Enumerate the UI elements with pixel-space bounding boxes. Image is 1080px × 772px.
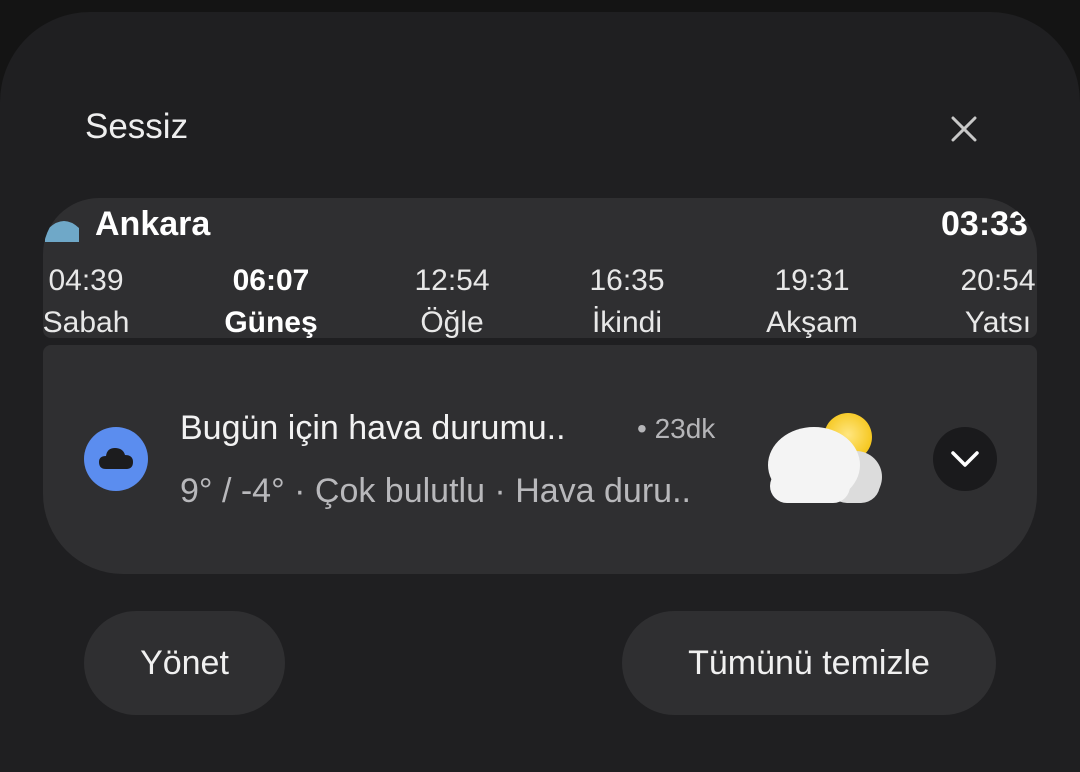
prayer-ikindi: 16:35 İkindi xyxy=(577,260,677,338)
partly-cloudy-icon xyxy=(768,413,882,503)
close-icon xyxy=(951,116,977,142)
prayer-time: 20:54 xyxy=(960,264,1036,297)
notification-time: • 23dk xyxy=(637,413,716,444)
prayer-sabah: 04:39 Sabah xyxy=(43,260,131,338)
prayer-name: Akşam xyxy=(766,306,858,338)
close-button[interactable] xyxy=(944,109,984,149)
prayer-gunes: 06:07 Güneş xyxy=(221,260,321,338)
prayer-time: 04:39 xyxy=(48,264,124,297)
expand-button[interactable] xyxy=(933,427,997,491)
prayer-ogle: 12:54 Öğle xyxy=(402,260,502,338)
current-time: 03:33 xyxy=(941,205,1028,243)
city-name: Ankara xyxy=(95,205,211,243)
prayer-name: Sabah xyxy=(43,306,130,338)
weather-app-icon xyxy=(84,427,148,491)
prayer-name: Öğle xyxy=(420,306,484,338)
cloud-icon xyxy=(99,448,133,469)
section-title: Sessiz xyxy=(85,107,189,146)
prayer-time: 19:31 xyxy=(774,264,850,297)
chevron-down-icon xyxy=(951,451,979,467)
notification-title: Bugün için hava durumu.. xyxy=(180,409,566,447)
prayer-yatsi: 20:54 Yatsı xyxy=(948,260,1037,338)
clear-all-button[interactable]: Tümünü temizle xyxy=(622,611,996,715)
weather-notification[interactable]: Bugün için hava durumu.. • 23dk 9° / -4°… xyxy=(43,345,1037,574)
notification-text: 9° / -4° · Çok bulutlu · Hava duru.. xyxy=(180,472,691,510)
prayer-name: İkindi xyxy=(591,306,663,338)
prayer-time: 16:35 xyxy=(589,264,665,297)
prayer-name: Güneş xyxy=(224,306,318,338)
prayer-time: 06:07 xyxy=(232,264,310,297)
prayer-times-widget[interactable]: Ankara 03:33 04:39 Sabah 06:07 Güneş 12:… xyxy=(43,198,1037,338)
prayer-time: 12:54 xyxy=(414,264,490,297)
prayer-aksam: 19:31 Akşam xyxy=(757,260,867,338)
manage-button[interactable]: Yönet xyxy=(84,611,285,715)
prayer-name: Yatsı xyxy=(964,306,1032,338)
mosque-icon xyxy=(45,216,79,242)
